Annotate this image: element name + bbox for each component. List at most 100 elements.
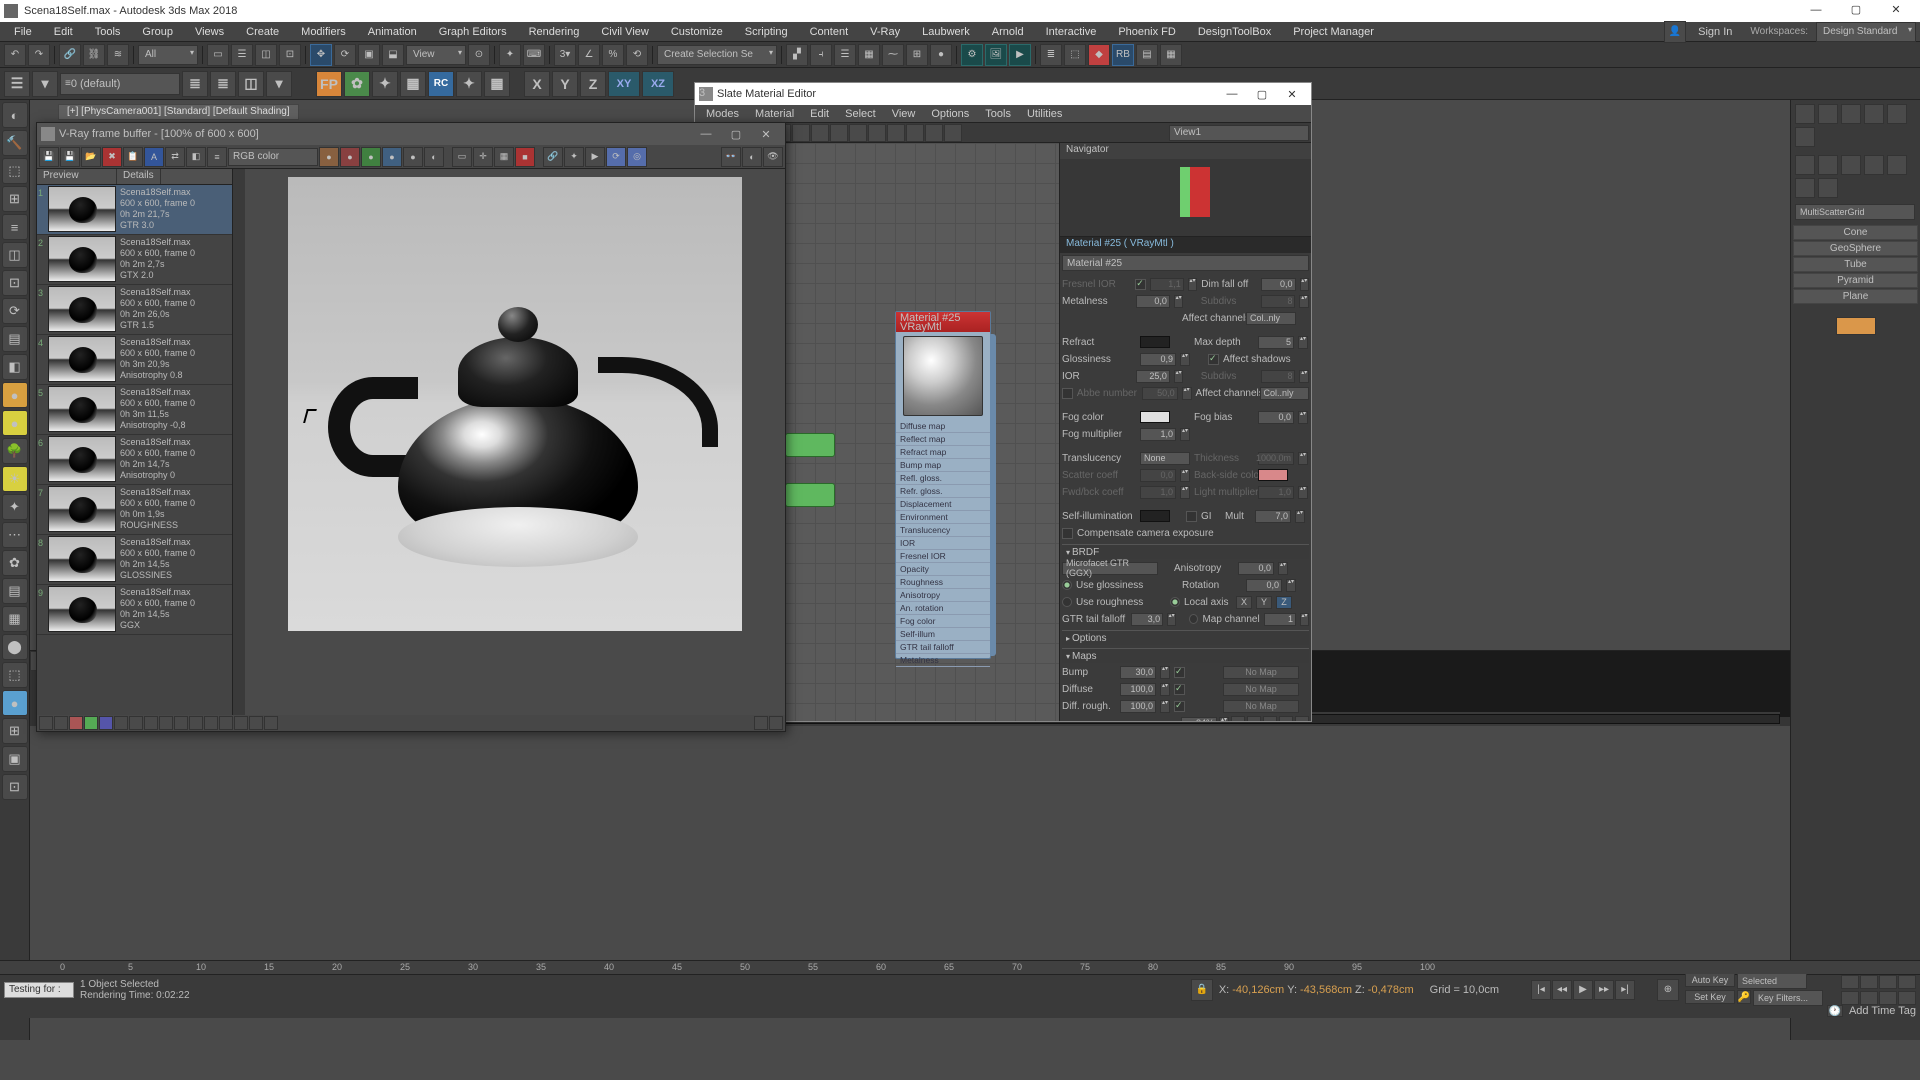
sme-minimize[interactable]: — — [1217, 88, 1247, 100]
vfb-sb-9[interactable] — [159, 716, 173, 730]
timetag-icon[interactable]: 🕐 — [1827, 1005, 1843, 1017]
left-icon-23[interactable]: ⊞ — [2, 718, 28, 744]
vfb-load-button[interactable]: 📂 — [81, 147, 101, 167]
node-slot[interactable]: Anisotropy — [896, 589, 990, 602]
axis-xz-button[interactable]: XZ — [642, 71, 674, 97]
vfb-region-button[interactable]: ▭ — [452, 147, 472, 167]
vfb-sb-12[interactable] — [204, 716, 218, 730]
placement-button[interactable]: ⬓ — [382, 44, 404, 66]
abbe-checkbox[interactable] — [1062, 388, 1073, 399]
undo-button[interactable]: ↶ — [4, 44, 26, 66]
vfb-history-list[interactable]: 1Scena18Self.max600 x 600, frame 00h 2m … — [37, 185, 232, 715]
sme-close[interactable]: ✕ — [1277, 88, 1307, 101]
metalness-spinner[interactable]: 0,0 — [1136, 295, 1170, 308]
history-row[interactable]: 8Scena18Self.max600 x 600, frame 00h 2m … — [37, 535, 232, 585]
material-editor-button[interactable]: ● — [930, 44, 952, 66]
sme-tb-6[interactable] — [792, 124, 810, 142]
vfb-sb-13[interactable] — [219, 716, 233, 730]
tool-b-button[interactable]: ▦ — [400, 71, 426, 97]
unlink-button[interactable]: ⛓ — [83, 44, 105, 66]
node-slot[interactable]: Displacement — [896, 498, 990, 511]
vfb-a-button[interactable]: ● — [382, 147, 402, 167]
node-slot[interactable]: Refl. gloss. — [896, 472, 990, 485]
history-row[interactable]: 3Scena18Self.max600 x 600, frame 00h 2m … — [37, 285, 232, 335]
manipulate-button[interactable]: ✦ — [499, 44, 521, 66]
left-icon-3[interactable]: ⬚ — [2, 158, 28, 184]
node-slot[interactable]: Opacity — [896, 563, 990, 576]
hierarchy-tab[interactable] — [1841, 104, 1861, 124]
vfb-link-button[interactable]: 🔗 — [543, 147, 563, 167]
railclone-button[interactable]: RC — [428, 71, 454, 97]
left-icon-2[interactable]: 🔨 — [2, 130, 28, 156]
signin-icon[interactable]: 👤 — [1664, 21, 1686, 43]
workspace-dropdown[interactable]: Design Standard — [1816, 22, 1916, 42]
diffrough-map-button[interactable]: No Map — [1223, 700, 1299, 713]
node-slot[interactable]: Diffuse map — [896, 420, 990, 433]
align-button[interactable]: ⫞ — [810, 44, 832, 66]
nav-2[interactable] — [1860, 975, 1878, 989]
curve-editor-button[interactable]: ⁓ — [882, 44, 904, 66]
left-icon-12[interactable]: ● — [2, 410, 28, 436]
menu-tools[interactable]: Tools — [85, 24, 131, 40]
pct-b3[interactable] — [1263, 716, 1277, 721]
spinner-snap-button[interactable]: ⟲ — [626, 44, 648, 66]
left-icon-6[interactable]: ◫ — [2, 242, 28, 268]
history-row[interactable]: 1Scena18Self.max600 x 600, frame 00h 2m … — [37, 185, 232, 235]
rotation-spinner[interactable]: 0,0 — [1246, 579, 1282, 592]
key-icon[interactable]: 🔑 — [1737, 990, 1751, 1004]
left-icon-8[interactable]: ⟳ — [2, 298, 28, 324]
refcoord-dropdown[interactable]: View — [406, 45, 466, 65]
fresnel-lock[interactable] — [1135, 279, 1145, 290]
menu-customize[interactable]: Customize — [661, 24, 733, 40]
vfb-sb-15[interactable] — [249, 716, 263, 730]
scene-explorer-button[interactable]: ≣ — [1040, 44, 1062, 66]
navigator-minimap[interactable] — [1180, 167, 1210, 217]
menu-vray[interactable]: V-Ray — [860, 24, 910, 40]
pct-b4[interactable] — [1279, 716, 1293, 721]
vfb-sb-11[interactable] — [189, 716, 203, 730]
left-icon-4[interactable]: ⊞ — [2, 186, 28, 212]
maximize-button[interactable]: ▢ — [1836, 1, 1876, 21]
bump-map-button[interactable]: No Map — [1223, 666, 1299, 679]
snap-toggle-button[interactable]: 3▾ — [554, 44, 576, 66]
sme-maximize[interactable]: ▢ — [1247, 88, 1277, 101]
pct-display[interactable]: 84% — [1181, 717, 1217, 722]
next-frame[interactable]: ▸▸ — [1594, 980, 1614, 1000]
dimfalloff-spinner[interactable]: 0,0 — [1261, 278, 1295, 291]
menu-arnold[interactable]: Arnold — [982, 24, 1034, 40]
rotate-button[interactable]: ⟳ — [334, 44, 356, 66]
menu-designtoolbox[interactable]: DesignToolBox — [1188, 24, 1281, 40]
select-window-button[interactable]: ⊡ — [279, 44, 301, 66]
sme-tb-12[interactable] — [906, 124, 924, 142]
sme-tb-11[interactable] — [887, 124, 905, 142]
vfb-sb-3[interactable] — [69, 716, 83, 730]
isolate-button[interactable]: ⊕ — [1657, 979, 1679, 1001]
menu-edit[interactable]: Edit — [44, 24, 83, 40]
localaxis-radio[interactable] — [1170, 597, 1180, 607]
keyfilters-button[interactable]: Key Filters... — [1753, 990, 1823, 1006]
rb-button[interactable]: RB — [1112, 44, 1134, 66]
menu-animation[interactable]: Animation — [358, 24, 427, 40]
node-output[interactable] — [990, 334, 996, 656]
close-button[interactable]: ✕ — [1876, 1, 1916, 21]
scene-explorer-toggle[interactable]: ☰ — [4, 71, 30, 97]
sme-menu-tools[interactable]: Tools — [978, 107, 1018, 121]
nav-4[interactable] — [1898, 975, 1916, 989]
sme-menu-utilities[interactable]: Utilities — [1020, 107, 1069, 121]
vfb-bucket-button[interactable]: ▦ — [494, 147, 514, 167]
move-button[interactable]: ✥ — [310, 44, 332, 66]
brdf-dropdown[interactable]: Microfacet GTR (GGX) — [1062, 562, 1158, 575]
lights-icon[interactable] — [1841, 155, 1861, 175]
vfb-vr-button[interactable]: 👓 — [721, 147, 741, 167]
prev-frame[interactable]: ◂◂ — [1552, 980, 1572, 1000]
keyboard-button[interactable]: ⌨ — [523, 44, 545, 66]
col-preview[interactable]: Preview — [37, 169, 117, 184]
motion-tab[interactable] — [1864, 104, 1884, 124]
node-material[interactable]: Material #25VRayMtl Diffuse mapReflect m… — [895, 311, 991, 659]
history-row[interactable]: 6Scena18Self.max600 x 600, frame 00h 2m … — [37, 435, 232, 485]
vfb-info-button[interactable]: ◐ — [424, 147, 444, 167]
left-icon-7[interactable]: ⊡ — [2, 270, 28, 296]
bind-button[interactable]: ≋ — [107, 44, 129, 66]
vfb-channel-dropdown[interactable]: RGB color — [228, 148, 318, 166]
goto-end[interactable]: ▸| — [1615, 980, 1635, 1000]
